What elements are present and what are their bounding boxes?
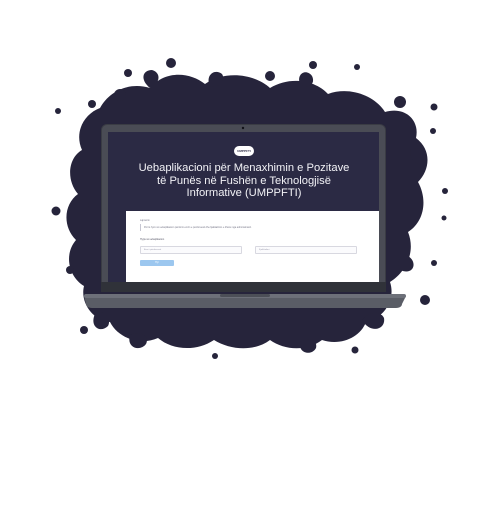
notice-label: Lajmërim (140, 219, 150, 222)
login-card: Lajmërim Për të hyrë në uebaplikacion pë… (126, 211, 379, 282)
page-title-line-2: të Punës në Fushën e Teknologjisë (157, 174, 331, 187)
login-section-title: Hyrja në uebaplikacion (140, 238, 165, 241)
username-input[interactable]: Emri i përdoruesit (140, 246, 242, 254)
laptop-hinge (220, 294, 270, 297)
notice-text: Për të hyrë në uebaplikacion përdorni em… (144, 226, 252, 229)
password-input[interactable]: Fjalëkalimi (255, 246, 357, 254)
password-placeholder: Fjalëkalimi (259, 248, 270, 251)
laptop-bezel (101, 282, 386, 292)
login-button[interactable]: Hyr (140, 260, 174, 266)
screen-content: UMPPFTI Uebaplikacioni për Menaxhimin e … (108, 132, 379, 282)
webcam-icon (241, 126, 245, 130)
page-title-line-3: Informative (UMPPFTI) (186, 187, 302, 200)
username-placeholder: Emri i përdoruesit (144, 248, 162, 251)
stage: UMPPFTI Uebaplikacioni për Menaxhimin e … (0, 0, 499, 500)
app-logo: UMPPFTI (234, 146, 254, 156)
notice-box: Për të hyrë në uebaplikacion përdorni em… (140, 224, 366, 231)
page-title-line-1: Uebaplikacioni për Menaxhimin e Pozitave (138, 162, 350, 174)
page-title: Uebaplikacioni për Menaxhimin e Pozitave… (130, 162, 358, 200)
